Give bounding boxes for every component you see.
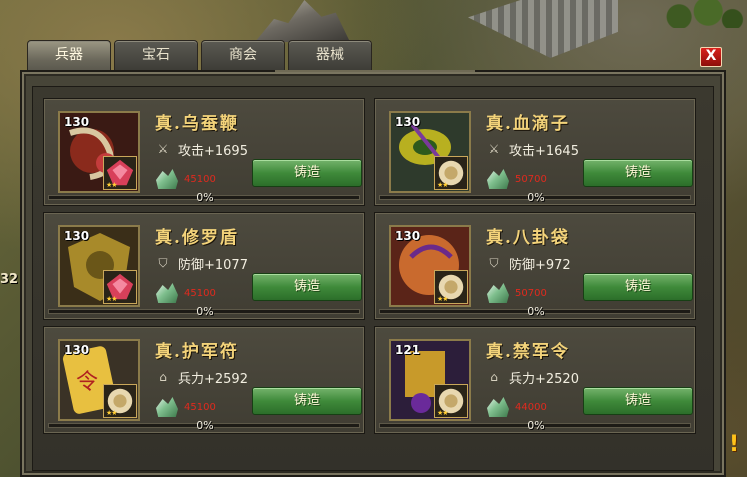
item-level: 130: [64, 229, 90, 243]
quest-exclamation-icon[interactable]: !: [729, 432, 743, 460]
ore-icon: [487, 397, 509, 417]
star-rating-icon: ★★: [106, 409, 118, 417]
forge-cost: 50700: [487, 169, 547, 189]
star-rating-icon: ★★: [437, 181, 449, 189]
item-name: 真.八卦袋: [486, 228, 570, 248]
cost-value: 45100: [184, 287, 216, 299]
tab-gems[interactable]: 宝石: [114, 40, 198, 70]
ore-icon: [156, 283, 178, 303]
cost-value: 44000: [515, 401, 547, 413]
item-level: 121: [395, 343, 421, 357]
item-stat: ⌂ 兵力+2520: [487, 369, 579, 387]
equipment-card: 130 ★★ 真.八卦袋 ⛉ 防御+972 50700 铸造 0%: [374, 212, 696, 320]
progress-percent: 0%: [527, 191, 545, 204]
tab-weapons[interactable]: 兵器: [27, 40, 111, 73]
item-stat: ⛉ 防御+972: [487, 255, 571, 273]
sword-icon: ⚔: [488, 142, 500, 156]
category-tabs: 兵器 宝石 商会 器械: [27, 40, 375, 73]
star-rating-icon: ★★: [106, 181, 118, 189]
stat-value: 兵力+2520: [509, 371, 579, 387]
shield-icon: ⛉: [489, 256, 499, 270]
forge-panel: 130 ★★ 真.乌蚕鞭 ⚔ 攻击+1695 45100 铸造 0% 130 ★…: [20, 70, 726, 477]
tree-scenery: [650, 0, 747, 28]
gem-slot: ★★: [103, 384, 137, 418]
forge-button[interactable]: 铸造: [252, 273, 362, 301]
item-name: 真.护军符: [155, 342, 239, 362]
stat-value: 攻击+1645: [509, 143, 579, 159]
item-name: 真.乌蚕鞭: [155, 114, 239, 134]
item-icon-frame[interactable]: 121 ★★: [389, 339, 471, 421]
panel-ornament: [275, 70, 475, 78]
item-level: 130: [64, 343, 90, 357]
item-icon-frame[interactable]: 令 130 ★★: [58, 339, 140, 421]
cost-value: 45100: [184, 401, 216, 413]
item-stat: ⛉ 防御+1077: [156, 255, 248, 273]
stat-value: 攻击+1695: [178, 143, 248, 159]
item-icon-frame[interactable]: 130 ★★: [389, 111, 471, 193]
star-rating-icon: ★★: [437, 409, 449, 417]
forge-button[interactable]: 铸造: [252, 387, 362, 415]
item-name: 真.修罗盾: [155, 228, 239, 248]
ore-icon: [487, 169, 509, 189]
ore-icon: [156, 397, 178, 417]
forge-cost: 45100: [156, 283, 216, 303]
item-icon-frame[interactable]: 130 ★★: [389, 225, 471, 307]
equipment-card: 令 130 ★★ 真.护军符 ⌂ 兵力+2592 45100 铸造 0%: [43, 326, 365, 434]
item-icon-frame[interactable]: 130 ★★: [58, 225, 140, 307]
forge-button[interactable]: 铸造: [583, 387, 693, 415]
item-level: 130: [395, 229, 421, 243]
svg-text:令: 令: [76, 370, 98, 395]
tab-guild[interactable]: 商会: [201, 40, 285, 70]
map-side-number: 32: [0, 272, 19, 287]
forge-button[interactable]: 铸造: [252, 159, 362, 187]
forge-cost: 50700: [487, 283, 547, 303]
fortress-scenery: [468, 0, 618, 58]
cost-value: 45100: [184, 173, 216, 185]
stat-value: 防御+1077: [178, 257, 248, 273]
item-icon-frame[interactable]: 130 ★★: [58, 111, 140, 193]
gem-slot: ★★: [103, 270, 137, 304]
item-grid: 130 ★★ 真.乌蚕鞭 ⚔ 攻击+1695 45100 铸造 0% 130 ★…: [32, 86, 714, 471]
equipment-card: 130 ★★ 真.血滴子 ⚔ 攻击+1645 50700 铸造 0%: [374, 98, 696, 206]
item-stat: ⌂ 兵力+2592: [156, 369, 248, 387]
forge-button[interactable]: 铸造: [583, 273, 693, 301]
item-name: 真.血滴子: [486, 114, 570, 134]
shield-icon: ⛉: [158, 256, 168, 270]
forge-cost: 45100: [156, 169, 216, 189]
forge-cost: 45100: [156, 397, 216, 417]
star-rating-icon: ★★: [106, 295, 118, 303]
gem-slot: ★★: [103, 156, 137, 190]
progress-percent: 0%: [527, 305, 545, 318]
helmet-icon: ⌂: [159, 370, 167, 384]
sword-icon: ⚔: [157, 142, 169, 156]
gem-slot: ★★: [434, 156, 468, 190]
progress-percent: 0%: [196, 191, 214, 204]
item-stat: ⚔ 攻击+1645: [487, 141, 579, 159]
progress-percent: 0%: [527, 419, 545, 432]
close-button[interactable]: X: [700, 47, 722, 67]
progress-percent: 0%: [196, 419, 214, 432]
item-level: 130: [395, 115, 421, 129]
gem-slot: ★★: [434, 384, 468, 418]
gem-slot: ★★: [434, 270, 468, 304]
equipment-card: 121 ★★ 真.禁军令 ⌂ 兵力+2520 44000 铸造 0%: [374, 326, 696, 434]
tab-machinery[interactable]: 器械: [288, 40, 372, 70]
stat-value: 兵力+2592: [178, 371, 248, 387]
cost-value: 50700: [515, 173, 547, 185]
star-rating-icon: ★★: [437, 295, 449, 303]
forge-button[interactable]: 铸造: [583, 159, 693, 187]
ore-icon: [487, 283, 509, 303]
forge-cost: 44000: [487, 397, 547, 417]
item-name: 真.禁军令: [486, 342, 570, 362]
progress-percent: 0%: [196, 305, 214, 318]
equipment-card: 130 ★★ 真.修罗盾 ⛉ 防御+1077 45100 铸造 0%: [43, 212, 365, 320]
equipment-card: 130 ★★ 真.乌蚕鞭 ⚔ 攻击+1695 45100 铸造 0%: [43, 98, 365, 206]
helmet-icon: ⌂: [490, 370, 498, 384]
cost-value: 50700: [515, 287, 547, 299]
mountain-scenery: [255, 0, 350, 42]
item-level: 130: [64, 115, 90, 129]
item-stat: ⚔ 攻击+1695: [156, 141, 248, 159]
ore-icon: [156, 169, 178, 189]
stat-value: 防御+972: [509, 257, 571, 273]
